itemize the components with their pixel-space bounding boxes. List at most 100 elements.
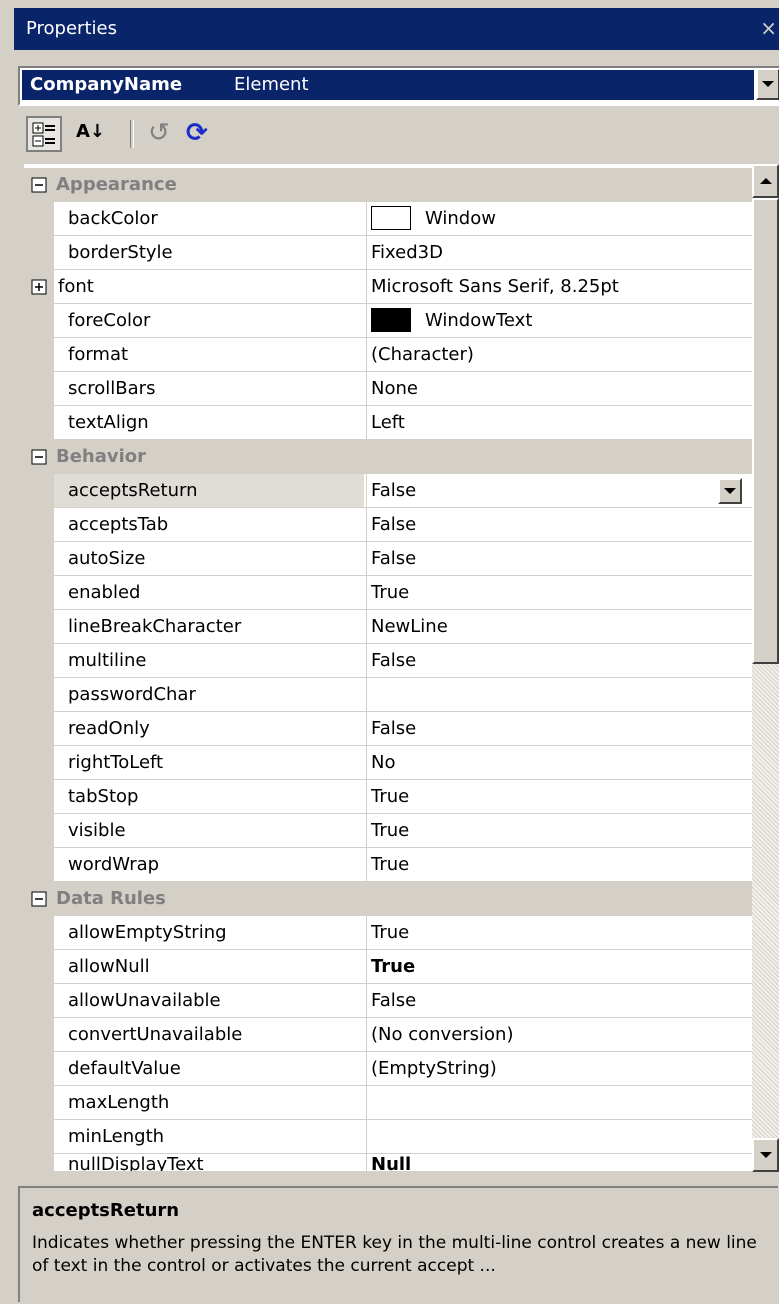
property-row-minlength[interactable]: minLength (24, 1120, 752, 1154)
property-name[interactable]: defaultValue (54, 1052, 364, 1085)
property-row-allowunavailable[interactable]: allowUnavailable False (24, 984, 752, 1018)
scroll-down-button[interactable] (752, 1138, 779, 1172)
object-selector-dropdown-button[interactable] (756, 68, 779, 100)
property-value[interactable]: None (366, 372, 752, 405)
property-row-linebreakcharacter[interactable]: lineBreakCharacter NewLine (24, 610, 752, 644)
property-row-passwordchar[interactable]: passwordChar (24, 678, 752, 712)
property-value[interactable]: NewLine (366, 610, 752, 643)
property-row-visible[interactable]: visible True (24, 814, 752, 848)
property-value[interactable]: False (366, 508, 752, 541)
property-row-convertunavailable[interactable]: convertUnavailable (No conversion) (24, 1018, 752, 1052)
property-row-backcolor[interactable]: backColor Window (24, 202, 752, 236)
property-name[interactable]: tabStop (54, 780, 364, 813)
property-value[interactable]: (EmptyString) (366, 1052, 752, 1085)
property-value[interactable]: True (366, 576, 752, 609)
property-value[interactable]: Fixed3D (366, 236, 752, 269)
property-name[interactable]: acceptsTab (54, 508, 364, 541)
property-value[interactable] (366, 1120, 752, 1153)
property-value[interactable]: True (366, 848, 752, 881)
property-value[interactable]: True (366, 950, 752, 983)
property-name[interactable]: passwordChar (54, 678, 364, 711)
property-name[interactable]: borderStyle (54, 236, 364, 269)
property-name[interactable]: font (54, 270, 364, 303)
property-row-nulldisplaytext[interactable]: nullDisplayText Null (24, 1154, 752, 1172)
property-value[interactable]: (No conversion) (366, 1018, 752, 1051)
property-value[interactable] (366, 678, 752, 711)
category-data-rules[interactable]: Data Rules (24, 882, 752, 916)
property-value[interactable]: WindowText (366, 304, 752, 337)
property-row-maxlength[interactable]: maxLength (24, 1086, 752, 1120)
property-value[interactable]: (Character) (366, 338, 752, 371)
property-name[interactable]: textAlign (54, 406, 364, 439)
property-name[interactable]: backColor (54, 202, 364, 235)
property-name[interactable]: multiline (54, 644, 364, 677)
close-icon[interactable]: × (760, 16, 777, 40)
property-row-defaultvalue[interactable]: defaultValue (EmptyString) (24, 1052, 752, 1086)
refresh-button[interactable]: ⟳ (180, 116, 216, 152)
property-value[interactable]: No (366, 746, 752, 779)
property-value[interactable]: True (366, 916, 752, 949)
property-value[interactable]: False (366, 474, 752, 507)
property-name[interactable]: maxLength (54, 1086, 364, 1119)
property-value[interactable]: False (366, 542, 752, 575)
property-value[interactable]: True (366, 814, 752, 847)
expand-icon[interactable] (31, 279, 47, 295)
collapse-icon[interactable] (31, 177, 47, 193)
property-row-scrollbars[interactable]: scrollBars None (24, 372, 752, 406)
property-row-righttoleft[interactable]: rightToLeft No (24, 746, 752, 780)
property-row-readonly[interactable]: readOnly False (24, 712, 752, 746)
property-row-tabstop[interactable]: tabStop True (24, 780, 752, 814)
property-row-borderstyle[interactable]: borderStyle Fixed3D (24, 236, 752, 270)
collapse-icon[interactable] (31, 891, 47, 907)
property-name[interactable]: visible (54, 814, 364, 847)
property-value[interactable]: True (366, 780, 752, 813)
property-value[interactable]: Window (366, 202, 752, 235)
scroll-up-button[interactable] (752, 164, 779, 198)
property-row-allowemptystring[interactable]: allowEmptyString True (24, 916, 752, 950)
property-value[interactable]: Null (366, 1154, 752, 1171)
object-selector[interactable]: CompanyName Element (18, 66, 779, 106)
property-row-multiline[interactable]: multiline False (24, 644, 752, 678)
property-name[interactable]: rightToLeft (54, 746, 364, 779)
property-row-format[interactable]: format (Character) (24, 338, 752, 372)
property-name[interactable]: allowEmptyString (54, 916, 364, 949)
property-name[interactable]: allowNull (54, 950, 364, 983)
property-name[interactable]: autoSize (54, 542, 364, 575)
property-row-acceptsreturn[interactable]: acceptsReturn False (24, 474, 752, 508)
property-name[interactable]: scrollBars (54, 372, 364, 405)
property-row-textalign[interactable]: textAlign Left (24, 406, 752, 440)
property-value[interactable] (366, 1086, 752, 1119)
property-name[interactable]: foreColor (54, 304, 364, 337)
categorized-button[interactable] (26, 116, 62, 152)
property-value[interactable]: False (366, 712, 752, 745)
property-row-autosize[interactable]: autoSize False (24, 542, 752, 576)
property-name[interactable]: lineBreakCharacter (54, 610, 364, 643)
property-name[interactable]: format (54, 338, 364, 371)
property-name[interactable]: enabled (54, 576, 364, 609)
property-row-allownull[interactable]: allowNull True (24, 950, 752, 984)
property-name[interactable]: acceptsReturn (54, 474, 364, 507)
property-name[interactable]: nullDisplayText (54, 1154, 364, 1171)
property-value[interactable]: Left (366, 406, 752, 439)
property-row-acceptstab[interactable]: acceptsTab False (24, 508, 752, 542)
property-name[interactable]: convertUnavailable (54, 1018, 364, 1051)
property-grid-scrollbar[interactable] (752, 164, 779, 1172)
property-name[interactable]: readOnly (54, 712, 364, 745)
property-row-forecolor[interactable]: foreColor WindowText (24, 304, 752, 338)
alphabetical-button[interactable]: A↓ (72, 116, 108, 152)
undo-button[interactable]: ↺ (142, 116, 178, 152)
collapse-icon[interactable] (31, 449, 47, 465)
property-value[interactable]: False (366, 644, 752, 677)
property-value[interactable]: False (366, 984, 752, 1017)
property-row-font[interactable]: font Microsoft Sans Serif, 8.25pt (24, 270, 752, 304)
category-appearance[interactable]: Appearance (24, 168, 752, 202)
property-name[interactable]: minLength (54, 1120, 364, 1153)
property-row-enabled[interactable]: enabled True (24, 576, 752, 610)
property-name[interactable]: wordWrap (54, 848, 364, 881)
property-row-wordwrap[interactable]: wordWrap True (24, 848, 752, 882)
scroll-thumb[interactable] (752, 198, 779, 664)
object-selector-value[interactable]: CompanyName Element (22, 70, 754, 100)
property-value[interactable]: Microsoft Sans Serif, 8.25pt (366, 270, 752, 303)
value-dropdown-button[interactable] (718, 478, 742, 504)
property-name[interactable]: allowUnavailable (54, 984, 364, 1017)
